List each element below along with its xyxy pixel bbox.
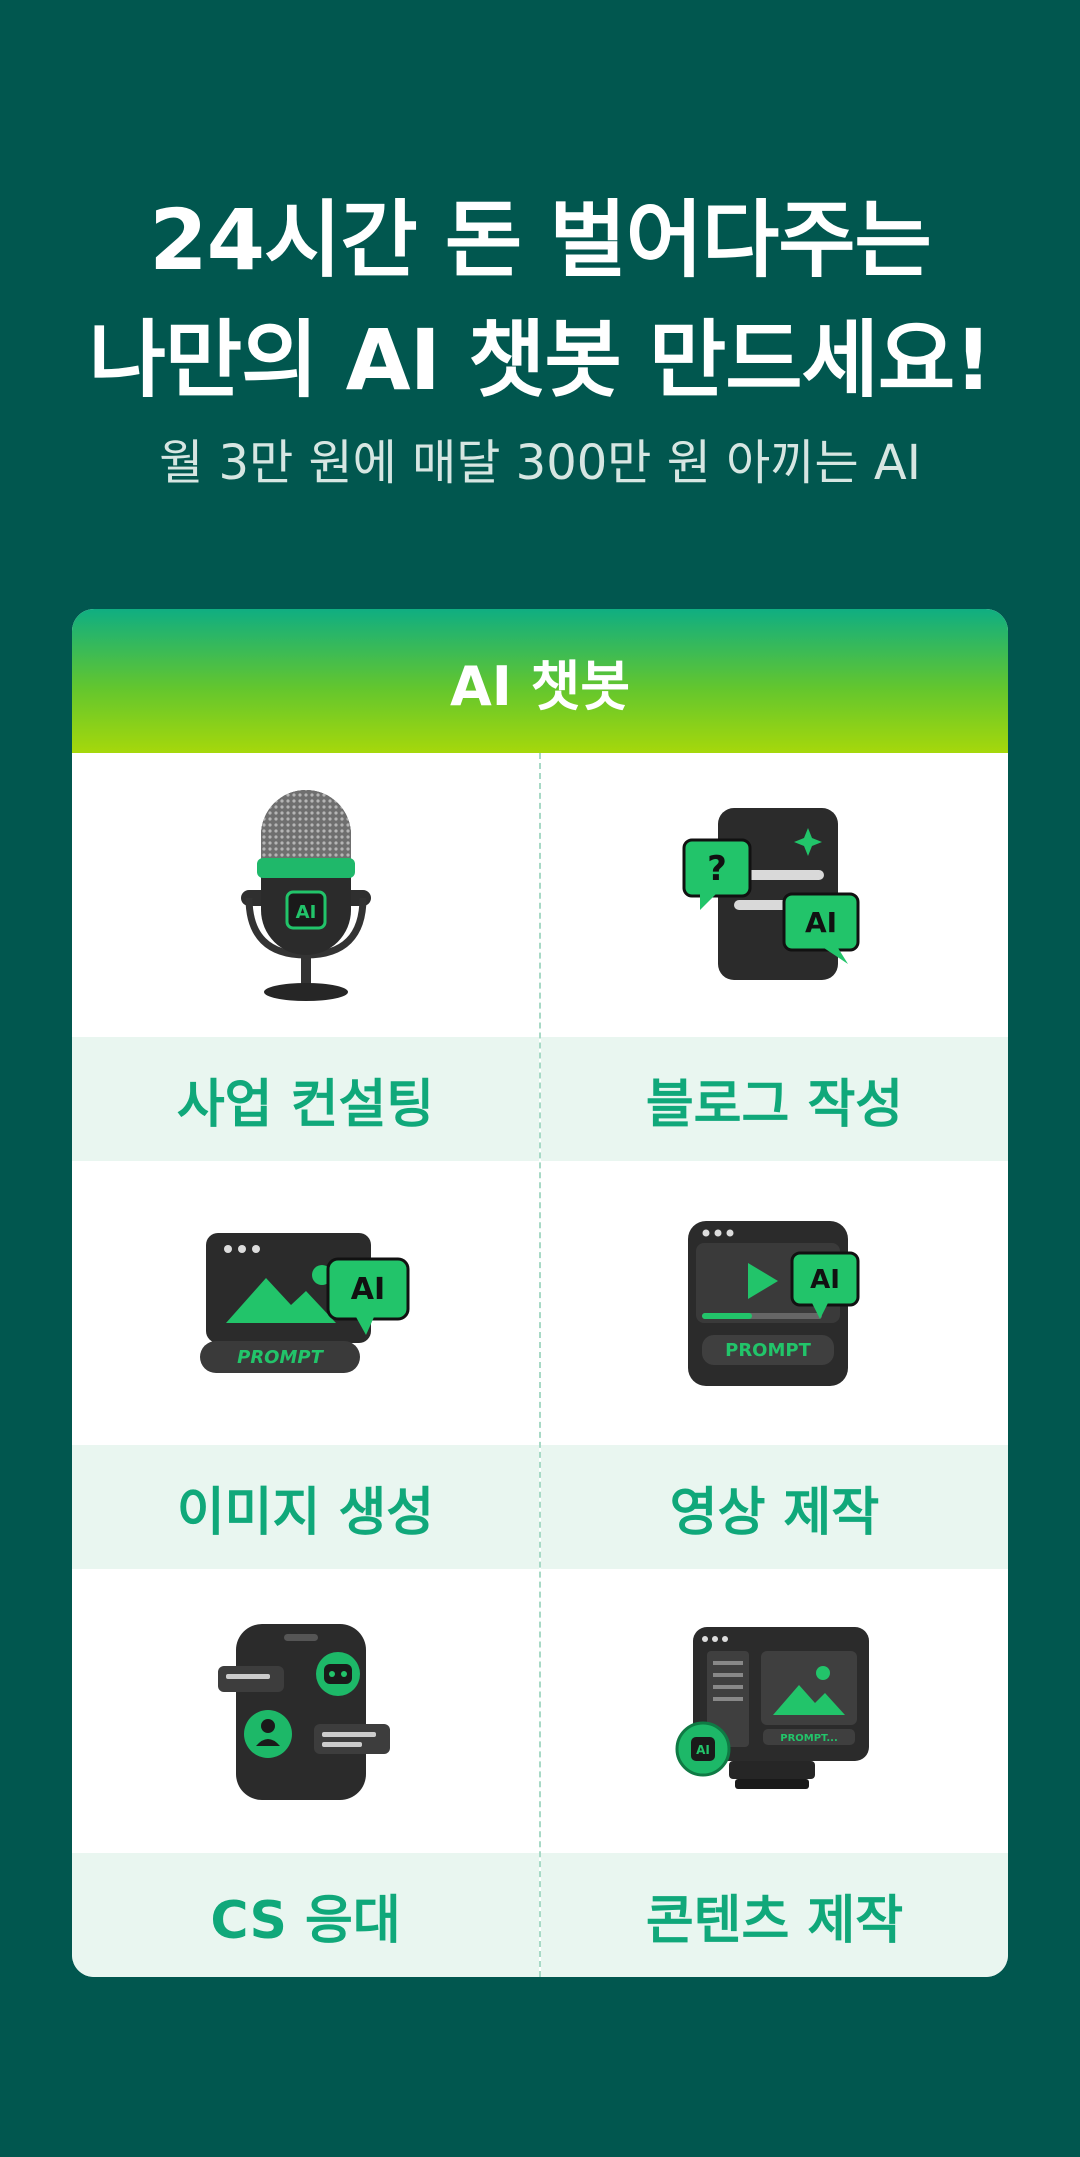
item-label: 사업 컨설팅 [72,1037,539,1161]
svg-text:?: ? [707,849,727,889]
svg-text:AI: AI [696,1743,710,1757]
ai-video-prompt-icon: PROMPT AI [687,1221,859,1386]
ai-chatbot-card: AI 챗봇 AI 사업 컨설팅 ? AI 블로그 작성 AI PROMPT 이미… [72,609,1008,1977]
subheadline: 월 3만 원에 매달 300만 원 아끼는 AI [159,435,921,491]
svg-text:PROMPT...: PROMPT... [780,1733,838,1744]
svg-text:PROMPT: PROMPT [237,1347,324,1368]
svg-text:AI: AI [810,1265,840,1295]
item-label: CS 응대 [72,1853,539,1977]
item-blog-writing: ? AI 블로그 작성 [539,753,1008,1161]
item-label: 이미지 생성 [72,1445,539,1569]
svg-text:AI: AI [804,906,836,939]
item-cs-support: CS 응대 [72,1569,539,1977]
ai-microphone-icon: AI [240,790,371,1001]
svg-text:PROMPT: PROMPT [725,1340,811,1361]
ai-content-monitor-icon: PROMPT... AI [675,1627,869,1789]
svg-text:AI: AI [295,902,316,923]
item-business-consulting: AI 사업 컨설팅 [72,753,539,1161]
item-content-production: PROMPT... AI 콘텐츠 제작 [539,1569,1008,1977]
headline: 24시간 돈 벌어다주는 나만의 AI 챗봇 만드세요! [0,180,1080,420]
ai-image-prompt-icon: AI PROMPT [199,1233,409,1373]
item-image-generation: AI PROMPT 이미지 생성 [72,1161,539,1569]
item-label: 블로그 작성 [541,1037,1008,1161]
headline-line-1: 24시간 돈 벌어다주는 [149,191,932,289]
card-header: AI 챗봇 [72,609,1008,753]
item-video-production: PROMPT AI 영상 제작 [539,1161,1008,1569]
headline-line-2: 나만의 AI 챗봇 만드세요! [88,311,993,409]
item-label: 콘텐츠 제작 [541,1853,1008,1977]
ai-blog-document-icon: ? AI [682,808,859,980]
item-label: 영상 제작 [541,1445,1008,1569]
svg-text:AI: AI [350,1272,384,1307]
chat-robot-phone-icon [217,1624,390,1800]
